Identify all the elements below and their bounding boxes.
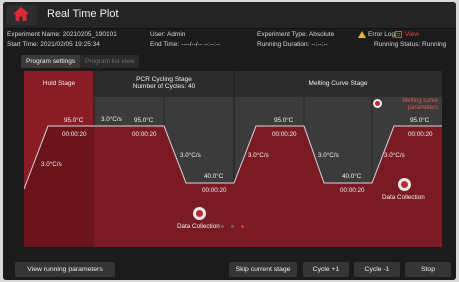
title-bar: Real Time Plot (3, 2, 456, 29)
page-dot-active[interactable] (241, 225, 244, 228)
cycle-plus-button[interactable]: Cycle +1 (303, 262, 349, 277)
melt-step1-rate: 3.0°C/s (248, 152, 269, 159)
melt-params-link[interactable]: Melting curve parameters (384, 98, 438, 112)
melt-step2-temp: 40.0°C (342, 173, 362, 180)
melt-params-link-line1: Melting curve (402, 98, 438, 104)
pcr-step2-temp: 40.0°C (204, 173, 224, 180)
start-time: Start Time: 2021/02/05 19:25:34 (7, 41, 100, 48)
tab-program-list-view: Program list view (80, 55, 140, 68)
melt-data-collection-label: Data Collection (382, 194, 425, 201)
pcr-step2-rate: 3.0°C/s (180, 152, 201, 159)
error-log-view-link[interactable]: View (405, 31, 419, 38)
end-time: End Time: ----/--/-- --:--:-- (150, 41, 221, 48)
skip-current-stage-button[interactable]: Skip current stage (229, 262, 297, 277)
program-plot: Hold Stage PCR Cycling Stage Number of C… (24, 71, 442, 247)
pcr-stage-header: PCR Cycling Stage Number of Cycles: 40 (94, 71, 234, 102)
melt-step3-time: 00:00:20 (408, 131, 433, 138)
hold-time: 00:00:20 (62, 131, 87, 138)
page-dot[interactable] (221, 225, 224, 228)
error-log-label: Error Log: (368, 31, 397, 38)
pcr-data-collection-label: Data Collection (177, 223, 220, 230)
running-duration: Running Duration: --:--:-- (257, 41, 328, 48)
melt-stage-title: Melting Curve Stage (308, 80, 368, 87)
view-running-parameters-button[interactable]: View running parameters (15, 262, 115, 277)
home-button[interactable] (7, 5, 37, 25)
page-dot[interactable] (231, 225, 234, 228)
temperature-profile-fill (94, 126, 442, 247)
app-window: Real Time Plot Experiment Name: 20210205… (3, 2, 456, 280)
melt-step3-rate: 3.0°C/s (384, 152, 405, 159)
melt-step1-time: 00:00:20 (272, 131, 297, 138)
hold-stage-title: Hold Stage (42, 80, 76, 87)
user: User: Admin (150, 31, 186, 38)
hold-rate: 3.0°C/s (41, 161, 62, 168)
pcr-step1-temp: 95.0°C (134, 117, 154, 124)
page-title: Real Time Plot (47, 8, 119, 20)
error-log-icon (395, 31, 402, 38)
warning-icon (358, 31, 366, 38)
pcr-step1-rate: 3.0°C/s (101, 116, 122, 123)
experiment-type: Experiment Type: Absolute (257, 31, 335, 38)
pcr-stage-title: PCR Cycling Stage (136, 76, 192, 83)
melt-step3-temp: 95.0°C (410, 117, 430, 124)
melt-step2-rate: 3.0°C/s (318, 152, 339, 159)
melt-step1-temp: 95.0°C (274, 117, 294, 124)
melt-step2-time: 00:00:20 (340, 187, 365, 194)
pcr-step1-time: 00:00:20 (132, 131, 157, 138)
tab-program-settings[interactable]: Program settings (21, 55, 81, 68)
hold-temp: 95.0°C (64, 117, 84, 124)
experiment-name: Experiment Name: 20210205_190101 (7, 31, 117, 38)
data-collection-icon[interactable] (193, 207, 206, 220)
stop-button[interactable]: Stop (405, 262, 451, 277)
home-icon (13, 7, 29, 21)
running-status: Running Status: Running (374, 41, 447, 48)
cycle-minus-button[interactable]: Cycle -1 (354, 262, 400, 277)
data-collection-icon[interactable] (398, 178, 411, 191)
melt-params-link-line2: parameters (407, 105, 438, 111)
pcr-cycles: Number of Cycles: 40 (132, 83, 196, 90)
melt-params-icon[interactable] (373, 99, 382, 108)
pcr-step2-time: 00:00:20 (202, 187, 227, 194)
